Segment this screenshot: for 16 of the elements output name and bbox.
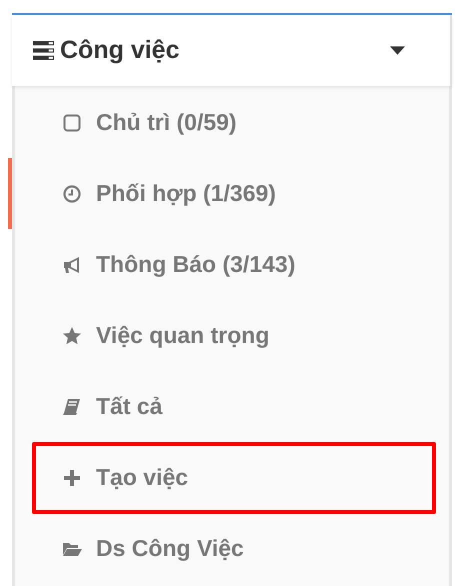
menu-item[interactable]: Thông Báo (3/143) [8, 229, 449, 300]
menu-item-label: Phối hợp (1/369) [96, 180, 276, 207]
menu-item[interactable]: Tất cả [8, 371, 449, 442]
menu-title: Công việc [60, 36, 180, 65]
menu-item[interactable]: Phối hợp (1/369) [8, 158, 449, 229]
menu-item-label: Tất cả [96, 393, 162, 420]
menu-item[interactable]: Tạo việc [8, 442, 449, 513]
menu-header[interactable]: Công việc [12, 15, 452, 86]
menu-item[interactable]: Chủ trì (0/59) [8, 87, 449, 158]
menu-item-label: Tạo việc [96, 464, 188, 491]
menu-item-label: Ds Công Việc [96, 535, 244, 562]
menu-item-label: Chủ trì (0/59) [96, 109, 237, 136]
menu-item[interactable]: Việc quan trọng [8, 300, 449, 371]
menu-item[interactable]: Ds Công Việc [8, 513, 449, 584]
menu-item-label: Thông Báo (3/143) [96, 251, 296, 278]
menu-item-label: Việc quan trọng [96, 322, 270, 349]
